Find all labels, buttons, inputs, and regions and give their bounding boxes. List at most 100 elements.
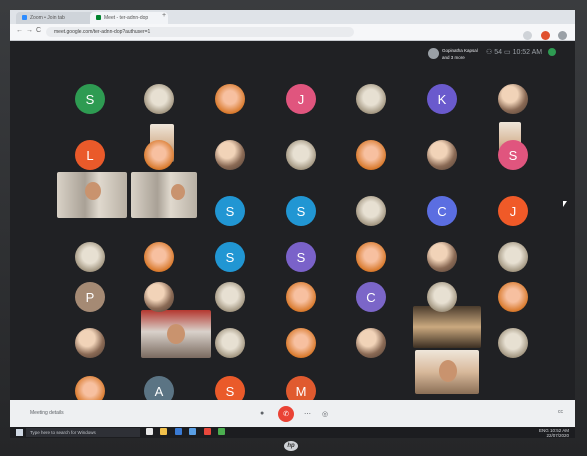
participant-avatar-photo[interactable] <box>356 140 386 170</box>
chat-icon[interactable]: ▭ <box>504 49 511 56</box>
participant-avatar-photo[interactable] <box>75 242 105 272</box>
browser-tab-2[interactable]: Meet - ter-adnn-dop <box>90 12 168 24</box>
participant-avatar-photo[interactable] <box>144 242 174 272</box>
participant-initial: C <box>366 289 376 305</box>
meet-controls-bar: Meeting details ● ✆ ⋯ ◎ cc <box>10 400 575 427</box>
reload-button[interactable]: C <box>36 27 41 34</box>
participant-initial: A <box>154 383 164 399</box>
system-tray: ENG 10:52 AM 22/07/2020 <box>539 428 569 438</box>
participant-avatar-photo[interactable] <box>356 84 386 114</box>
participant-avatar-letter[interactable]: S <box>75 84 105 114</box>
file-explorer-icon[interactable] <box>160 428 168 435</box>
extension-icon[interactable] <box>523 31 533 41</box>
browser-tab-1[interactable]: Zoom • Join tab <box>16 12 94 24</box>
browser-tab-bar: Zoom • Join tab Meet - ter-adnn-dop + <box>10 10 575 24</box>
chrome-icon[interactable] <box>203 428 211 435</box>
participant-avatar-photo[interactable] <box>498 328 528 358</box>
participant-avatar-photo[interactable] <box>286 328 316 358</box>
participant-avatar-photo[interactable] <box>356 328 386 358</box>
back-button[interactable]: ← <box>16 27 23 34</box>
meet-header-icons: ⚇ 54 ▭ 10:52 AM <box>486 48 557 57</box>
participant-avatar-letter[interactable]: P <box>75 282 105 312</box>
participant-avatar-photo[interactable] <box>356 196 386 226</box>
participant-avatar-photo[interactable] <box>427 140 457 170</box>
camera-toggle-icon[interactable]: ◎ <box>322 410 328 418</box>
app-icon[interactable] <box>218 428 226 435</box>
participant-avatar-photo[interactable] <box>498 282 528 312</box>
participant-initial: C <box>437 203 447 219</box>
windows-start-icon[interactable] <box>16 429 23 436</box>
meet-header: Gopinatha Kapsal and 3 more ⚇ 54 ▭ 10:52… <box>10 41 575 67</box>
participant-initial: S <box>85 91 95 107</box>
taskbar-icons <box>146 428 228 438</box>
participant-avatar-photo[interactable] <box>75 328 105 358</box>
camera-feed[interactable] <box>131 172 197 218</box>
participant-avatar-letter[interactable]: K <box>427 84 457 114</box>
camera-feed[interactable] <box>413 306 481 348</box>
windows-taskbar: Type here to search for Windows ENG 10:5… <box>10 427 575 438</box>
participant-face <box>439 360 457 382</box>
participant-avatar-letter[interactable]: S <box>215 242 245 272</box>
host-name: Gopinatha Kapsal and 3 more <box>442 48 478 60</box>
participant-avatar-photo[interactable] <box>215 282 245 312</box>
participant-avatar-photo[interactable] <box>215 84 245 114</box>
participant-initial: L <box>86 147 94 163</box>
camera-feed[interactable] <box>415 350 479 394</box>
participant-initial: S <box>296 203 306 219</box>
participant-avatar-photo[interactable] <box>427 282 457 312</box>
participant-initial: S <box>508 147 518 163</box>
mouse-cursor-icon <box>563 201 567 207</box>
participant-avatar-letter[interactable]: J <box>498 196 528 226</box>
participant-avatar-letter[interactable]: C <box>356 282 386 312</box>
participant-avatar-photo[interactable] <box>356 242 386 272</box>
participant-avatar-letter[interactable]: S <box>286 242 316 272</box>
user-avatar[interactable] <box>548 48 557 57</box>
participant-avatar-letter[interactable]: C <box>427 196 457 226</box>
participant-avatar-photo[interactable] <box>427 242 457 272</box>
participant-initial: J <box>509 203 517 219</box>
meet-tab-icon <box>96 15 101 21</box>
address-bar-row: ← → C meet.google.com/ter-adnn-dop?authu… <box>10 24 575 41</box>
participant-initial: S <box>296 249 306 265</box>
participant-grid: S J K L S S S C J S S P C A S M <box>55 68 545 406</box>
microphone-icon[interactable]: ● <box>260 410 264 417</box>
participant-avatar-photo[interactable] <box>215 140 245 170</box>
participant-initial: J <box>297 91 305 107</box>
participant-avatar-letter[interactable]: S <box>286 196 316 226</box>
camera-feed[interactable] <box>141 310 211 358</box>
participant-avatar-letter[interactable]: J <box>286 84 316 114</box>
captions-button[interactable]: cc <box>558 409 563 415</box>
taskbar-search-box[interactable]: Type here to search for Windows <box>26 428 140 437</box>
participant-avatar-letter[interactable]: L <box>75 140 105 170</box>
participant-avatar-letter[interactable]: S <box>498 140 528 170</box>
participant-initial: S <box>225 249 235 265</box>
profile-icon[interactable] <box>540 31 550 41</box>
more-options-button[interactable]: ⋯ <box>304 410 311 418</box>
participant-avatar-photo[interactable] <box>215 328 245 358</box>
edge-icon[interactable] <box>174 428 182 435</box>
participant-avatar-photo[interactable] <box>498 242 528 272</box>
participant-face <box>167 324 185 344</box>
store-icon[interactable] <box>189 428 197 435</box>
participant-avatar-photo[interactable] <box>286 282 316 312</box>
participant-face <box>171 184 185 200</box>
zoom-tab-icon <box>22 15 27 21</box>
participants-icon[interactable]: ⚇ <box>486 49 492 56</box>
participant-avatar-photo[interactable] <box>498 84 528 114</box>
participant-avatar-letter[interactable]: S <box>215 196 245 226</box>
camera-feed[interactable] <box>57 172 127 218</box>
new-tab-button[interactable]: + <box>162 12 166 19</box>
participant-avatar-photo[interactable] <box>144 282 174 312</box>
menu-icon[interactable] <box>558 31 567 41</box>
meeting-details-label[interactable]: Meeting details <box>30 410 64 416</box>
participant-avatar-photo[interactable] <box>286 140 316 170</box>
tab-2-title: Meet - ter-adnn-dop <box>104 15 149 21</box>
host-avatar <box>428 48 439 59</box>
task-view-icon[interactable] <box>146 428 153 435</box>
url-field[interactable]: meet.google.com/ter-adnn-dop?authuser=1 <box>46 27 354 37</box>
end-call-button[interactable]: ✆ <box>278 406 294 422</box>
tray-date[interactable]: 22/07/2020 <box>546 433 569 438</box>
forward-button[interactable]: → <box>26 27 33 34</box>
participant-avatar-photo[interactable] <box>144 140 174 170</box>
participant-avatar-photo[interactable] <box>144 84 174 114</box>
